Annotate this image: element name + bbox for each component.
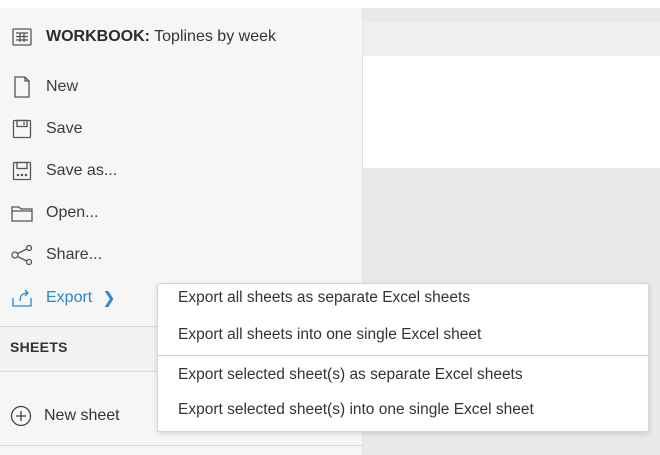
menu-item-save-as[interactable]: Save as... [10,154,117,188]
menu-item-export-label: Export [46,289,93,306]
export-selected-single[interactable]: Export selected sheet(s) into one single… [178,401,534,419]
folder-icon [10,201,34,225]
menu-item-share-label: Share... [46,246,103,263]
new-file-icon [10,75,34,99]
submenu-divider [158,355,648,356]
divider [0,445,362,446]
workspace-toolbar [362,22,660,56]
export-icon [10,286,34,310]
chevron-right-icon: ❯ [102,290,116,307]
new-sheet-label: New sheet [44,407,120,424]
menu-item-save-as-label: Save as... [46,162,118,179]
export-all-separate[interactable]: Export all sheets as separate Excel shee… [178,289,470,307]
workbook-label: WORKBOOK: [46,28,150,45]
save-as-icon [10,159,34,183]
menu-item-share[interactable]: Share... [10,238,102,272]
menu-item-new-label: New [46,78,79,95]
workbook-title-row[interactable]: WORKBOOK: Toplines by week [10,20,276,54]
export-selected-separate[interactable]: Export selected sheet(s) as separate Exc… [178,366,523,384]
table-icon [10,25,34,49]
sheets-header-label: SHEETS [10,339,68,355]
workbook-title: WORKBOOK: Toplines by week [46,28,276,46]
menu-item-save[interactable]: Save [10,112,82,146]
new-sheet-button[interactable]: New sheet [10,400,120,432]
menu-item-new[interactable]: New [10,70,78,104]
share-icon [10,243,34,267]
workspace-header-area [362,56,660,168]
add-circle-icon [10,405,32,427]
menu-item-open[interactable]: Open... [10,196,98,230]
menu-item-save-label: Save [46,120,83,137]
export-all-single[interactable]: Export all sheets into one single Excel … [178,326,481,344]
export-submenu: Export all sheets as separate Excel shee… [157,283,649,432]
save-icon [10,117,34,141]
workbook-name: Toplines by week [154,28,276,45]
menu-item-export[interactable]: Export ❯ [10,281,116,315]
menu-item-open-label: Open... [46,204,99,221]
